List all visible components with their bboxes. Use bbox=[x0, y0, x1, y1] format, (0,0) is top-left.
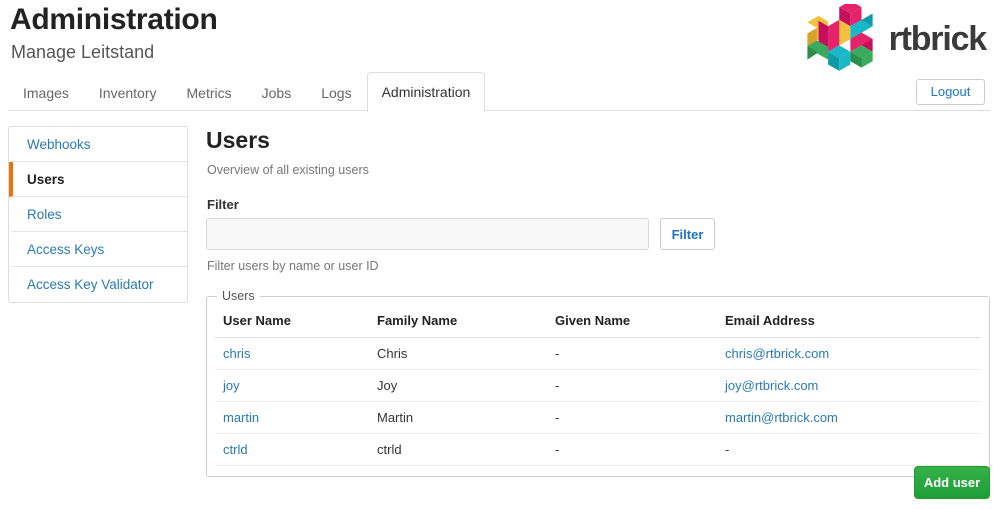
cell-given-name: - bbox=[547, 401, 717, 434]
user-name-link[interactable]: martin bbox=[223, 410, 259, 425]
cell-user-name[interactable]: chris bbox=[215, 337, 369, 370]
cell-given-name: - bbox=[547, 433, 717, 466]
page-title: Administration bbox=[10, 3, 218, 36]
column-header-given-name: Given Name bbox=[547, 307, 717, 338]
sidebar-item-access-key-validator[interactable]: Access Key Validator bbox=[9, 267, 187, 302]
cell-family-name: ctrld bbox=[369, 433, 547, 466]
column-header-family-name: Family Name bbox=[369, 307, 547, 338]
email-link[interactable]: martin@rtbrick.com bbox=[725, 410, 838, 425]
table-row: chris Chris - chris@rtbrick.com bbox=[215, 337, 981, 370]
section-title: Users bbox=[206, 127, 270, 153]
rtbrick-cubes-logo-icon bbox=[806, 4, 873, 71]
sidebar-item-users[interactable]: Users bbox=[9, 162, 187, 197]
admin-page: Administration Manage Leitstand rtbrick … bbox=[0, 0, 998, 509]
cell-given-name: - bbox=[547, 337, 717, 370]
sidebar: Webhooks Users Roles Access Keys Access Key … bbox=[8, 126, 188, 303]
filter-button[interactable]: Filter bbox=[660, 218, 715, 250]
email-link[interactable]: chris@rtbrick.com bbox=[725, 346, 829, 361]
table-row: martin Martin - martin@rtbrick.com bbox=[215, 401, 981, 434]
users-panel: Users User Name Family Name Given Name Emai… bbox=[206, 289, 990, 477]
table-row: ctrld ctrld - - bbox=[215, 433, 981, 466]
page-subtitle: Manage Leitstand bbox=[11, 42, 155, 62]
cell-family-name: Martin bbox=[369, 401, 547, 434]
tab-list: Images Inventory Metrics Jobs Logs Administra… bbox=[8, 72, 990, 112]
cell-email[interactable]: - bbox=[717, 433, 981, 466]
user-name-link[interactable]: ctrld bbox=[223, 442, 248, 457]
sidebar-item-access-keys[interactable]: Access Keys bbox=[9, 232, 187, 267]
sidebar-item-roles[interactable]: Roles bbox=[9, 197, 187, 232]
filter-input[interactable] bbox=[206, 218, 649, 250]
brand-wordmark: rtbrick bbox=[888, 20, 988, 58]
tab-metrics[interactable]: Metrics bbox=[172, 75, 247, 111]
table-row: joy Joy - joy@rtbrick.com bbox=[215, 369, 981, 402]
add-user-button[interactable]: Add user bbox=[914, 466, 990, 499]
tab-bar: Images Inventory Metrics Jobs Logs Administra… bbox=[8, 72, 990, 112]
filter-row: Filter bbox=[206, 218, 990, 250]
tab-jobs[interactable]: Jobs bbox=[247, 75, 307, 111]
cell-user-name[interactable]: ctrld bbox=[215, 433, 369, 466]
column-header-user-name: User Name bbox=[215, 307, 369, 338]
tab-administration[interactable]: Administration bbox=[366, 72, 486, 112]
user-name-link[interactable]: joy bbox=[223, 378, 240, 393]
cell-email[interactable]: chris@rtbrick.com bbox=[717, 337, 981, 370]
cell-user-name[interactable]: joy bbox=[215, 369, 369, 402]
users-panel-legend: Users bbox=[222, 289, 255, 303]
cell-family-name: Chris bbox=[369, 337, 547, 370]
cell-email[interactable]: martin@rtbrick.com bbox=[717, 401, 981, 434]
users-table: User Name Family Name Given Name Email Addr… bbox=[215, 307, 981, 466]
main-content: Users Overview of all existing users Fil… bbox=[206, 126, 990, 477]
cell-given-name: - bbox=[547, 369, 717, 402]
filter-hint: Filter users by name or user ID bbox=[207, 259, 379, 273]
masthead: Administration Manage Leitstand bbox=[10, 2, 218, 64]
column-header-email-address: Email Address bbox=[717, 307, 981, 338]
cell-user-name[interactable]: martin bbox=[215, 401, 369, 434]
users-table-head: User Name Family Name Given Name Email Addr… bbox=[215, 307, 981, 338]
email-link[interactable]: joy@rtbrick.com bbox=[725, 378, 818, 393]
tab-logs[interactable]: Logs bbox=[306, 75, 366, 111]
tab-inventory[interactable]: Inventory bbox=[84, 75, 172, 111]
section-subtitle: Overview of all existing users bbox=[207, 163, 369, 177]
cell-family-name: Joy bbox=[369, 369, 547, 402]
add-user-row: Add user bbox=[914, 466, 990, 499]
tab-images[interactable]: Images bbox=[8, 75, 84, 111]
users-table-body: chris Chris - chris@rtbrick.com joy Joy - joy@r… bbox=[215, 337, 981, 466]
user-name-link[interactable]: chris bbox=[223, 346, 250, 361]
table-header-row: User Name Family Name Given Name Email Addr… bbox=[215, 307, 981, 338]
filter-label: Filter bbox=[207, 197, 239, 212]
sidebar-item-webhooks[interactable]: Webhooks bbox=[9, 127, 187, 162]
brand-logo: rtbrick bbox=[803, 4, 988, 74]
cell-email[interactable]: joy@rtbrick.com bbox=[717, 369, 981, 402]
